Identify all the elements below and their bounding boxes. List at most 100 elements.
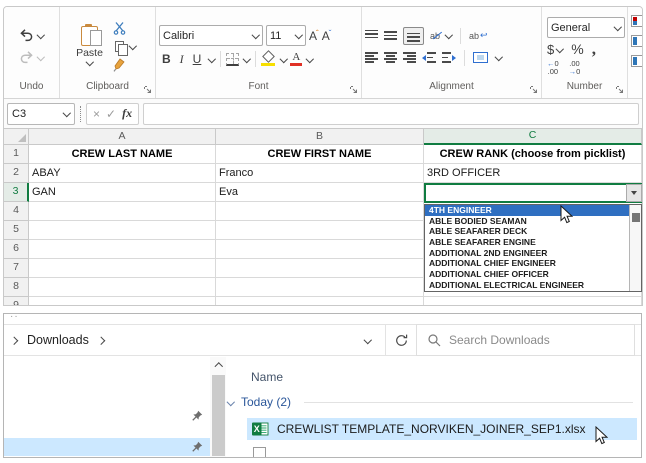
formula-input[interactable]	[143, 103, 639, 125]
cell-a7[interactable]	[29, 259, 216, 278]
row-header-5[interactable]: 5	[4, 221, 29, 240]
increase-indent-button[interactable]	[442, 52, 456, 63]
align-left-button[interactable]	[365, 52, 378, 63]
cell-styles-icon[interactable]	[631, 55, 643, 67]
italic-button[interactable]: I	[177, 52, 187, 67]
paste-button[interactable]: Paste	[76, 26, 103, 67]
comma-style-button[interactable]: ,	[592, 44, 596, 54]
name-box[interactable]: C3	[7, 103, 75, 125]
decrease-indent-button[interactable]	[422, 52, 436, 63]
bottom-align-button[interactable]	[403, 27, 424, 45]
picklist-item[interactable]: ABLE SEAFARER DECK	[425, 226, 641, 237]
pin-icon[interactable]	[191, 410, 203, 422]
breadcrumb[interactable]: Downloads	[4, 333, 106, 347]
underline-dropdown-chevron[interactable]	[207, 55, 215, 63]
column-header-a[interactable]: A	[29, 129, 216, 145]
name-column-header[interactable]: Name	[251, 370, 283, 384]
selected-cell-c3[interactable]	[424, 183, 642, 203]
row-header-8[interactable]: 8	[4, 278, 29, 297]
paste-dropdown-chevron[interactable]	[85, 59, 93, 67]
number-dialog-launcher[interactable]	[616, 86, 624, 94]
scrollbar-thumb[interactable]	[632, 213, 640, 222]
cell-a3[interactable]: GAN	[29, 183, 216, 202]
cancel-button[interactable]: ×	[93, 108, 100, 120]
cell-b6[interactable]	[216, 240, 424, 259]
cell-c1[interactable]: CREW RANK (choose from picklist)	[424, 145, 642, 164]
picklist-item[interactable]: ABLE SEAFARER ENGINE	[425, 237, 641, 248]
font-family-combobox[interactable]: Calibri	[159, 25, 263, 46]
increase-decimal-button[interactable]: ←0 .00	[547, 60, 559, 75]
fill-color-icon[interactable]	[261, 52, 276, 66]
shrink-font-button[interactable]: Aˇ	[322, 29, 332, 43]
cell-b3[interactable]: Eva	[216, 183, 424, 202]
font-color-dropdown-chevron[interactable]	[305, 55, 313, 63]
copy-button[interactable]	[111, 38, 139, 55]
undo-button[interactable]	[17, 27, 46, 43]
file-row-selected[interactable]: X CREWLIST TEMPLATE_NORVIKEN_JOINER_SEP1…	[247, 418, 637, 440]
cell-a5[interactable]	[29, 221, 216, 240]
cell-a2[interactable]: ABAY	[29, 164, 216, 183]
font-size-combobox[interactable]: 11	[266, 25, 306, 46]
redo-button[interactable]	[17, 49, 46, 65]
format-painter-button[interactable]	[111, 57, 139, 73]
picklist-item[interactable]: ABLE BODIED SEAMAN	[425, 216, 641, 227]
cell-a1[interactable]: CREW LAST NAME	[29, 145, 216, 164]
cell-b5[interactable]	[216, 221, 424, 240]
select-all-corner[interactable]	[4, 129, 29, 145]
row-header-4[interactable]: 4	[4, 202, 29, 221]
column-header-c[interactable]: C	[424, 129, 642, 145]
chevron-down-icon[interactable]	[613, 24, 621, 32]
accounting-dropdown-chevron[interactable]	[555, 45, 563, 53]
merge-center-dropdown-chevron[interactable]	[494, 54, 502, 62]
accounting-format-button[interactable]: $	[547, 42, 563, 57]
row-header-1[interactable]: 1	[4, 145, 29, 164]
address-dropdown-chevron[interactable]	[363, 336, 371, 344]
row-header-3[interactable]: 3	[4, 183, 29, 202]
pin-icon[interactable]	[191, 441, 203, 453]
row-header-9[interactable]: 9	[4, 297, 29, 305]
middle-align-button[interactable]	[384, 30, 397, 42]
column-header-b[interactable]: B	[216, 129, 424, 145]
chevron-down-icon[interactable]	[226, 398, 234, 406]
nav-pane-scrollbar[interactable]	[210, 357, 226, 457]
bold-button[interactable]: B	[159, 52, 174, 66]
merge-center-icon[interactable]	[473, 52, 488, 63]
cell-a8[interactable]	[29, 278, 216, 297]
cell-c2[interactable]: 3RD OFFICER	[424, 164, 642, 183]
fill-color-dropdown-chevron[interactable]	[279, 55, 287, 63]
picklist-item[interactable]: ADDITIONAL CHIEF OFFICER	[425, 269, 641, 280]
enter-button[interactable]: ✓	[106, 108, 116, 120]
top-align-button[interactable]	[365, 30, 378, 42]
grow-font-button[interactable]: Aˆ	[309, 29, 319, 43]
cell-a6[interactable]	[29, 240, 216, 259]
search-input[interactable]	[449, 333, 624, 347]
picklist-scrollbar[interactable]	[629, 205, 641, 291]
orientation-dropdown-chevron[interactable]	[444, 32, 452, 40]
decrease-decimal-button[interactable]: .00 →0	[569, 60, 581, 75]
cell-b8[interactable]	[216, 278, 424, 297]
scroll-up-button[interactable]	[210, 357, 226, 372]
percent-style-button[interactable]: %	[571, 41, 583, 57]
cell-b4[interactable]	[216, 202, 424, 221]
picklist-item[interactable]: ADDITIONAL ELECTRICAL ENGINEER	[425, 280, 641, 291]
insert-function-button[interactable]: fx	[122, 106, 132, 121]
search-box[interactable]	[416, 324, 635, 356]
format-as-table-icon[interactable]	[631, 35, 643, 47]
data-validation-dropdown-button[interactable]	[626, 184, 642, 202]
alignment-dialog-launcher[interactable]	[530, 86, 538, 94]
cell-b1[interactable]: CREW FIRST NAME	[216, 145, 424, 164]
cell-b9[interactable]	[216, 297, 424, 305]
group-header-today[interactable]: Today (2)	[226, 395, 291, 409]
picklist-item[interactable]: ADDITIONAL 2ND ENGINEER	[425, 248, 641, 259]
refresh-button[interactable]	[386, 333, 416, 348]
copy-dropdown-chevron[interactable]	[129, 42, 137, 50]
undo-dropdown-chevron[interactable]	[36, 31, 44, 39]
picklist-item[interactable]: 4TH ENGINEER	[425, 205, 641, 216]
row-header-7[interactable]: 7	[4, 259, 29, 278]
underline-button[interactable]: U	[190, 52, 205, 66]
row-header-6[interactable]: 6	[4, 240, 29, 259]
nav-pane-selected-item[interactable]	[4, 438, 210, 456]
font-color-button[interactable]: A	[290, 52, 302, 67]
clipboard-dialog-launcher[interactable]	[144, 86, 152, 94]
chevron-right-icon[interactable]	[98, 336, 106, 344]
